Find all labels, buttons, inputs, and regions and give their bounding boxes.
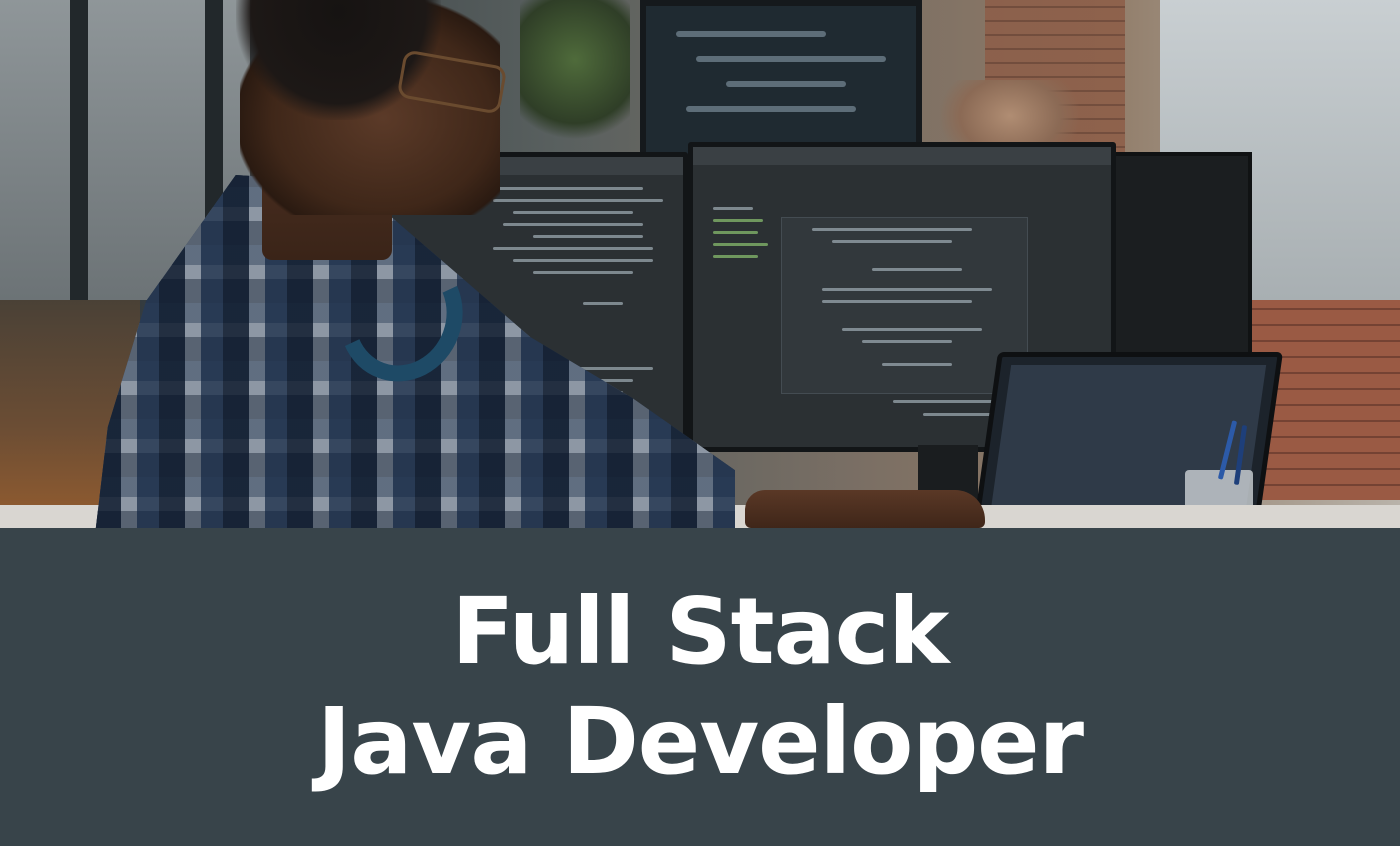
background-monitor xyxy=(640,0,922,162)
dark-monitor xyxy=(1112,152,1252,360)
office-photo xyxy=(0,0,1400,528)
title-line-2: Java Developer xyxy=(317,688,1084,795)
window-frame xyxy=(70,0,88,300)
ide-menu-bar xyxy=(693,147,1111,165)
banner-image: Full Stack Java Developer xyxy=(0,0,1400,846)
title-band: Full Stack Java Developer xyxy=(0,528,1400,846)
title-line-1: Full Stack xyxy=(451,578,950,685)
background-plant xyxy=(520,0,630,150)
developer-hands xyxy=(745,490,985,528)
editor-pane xyxy=(781,217,1028,394)
